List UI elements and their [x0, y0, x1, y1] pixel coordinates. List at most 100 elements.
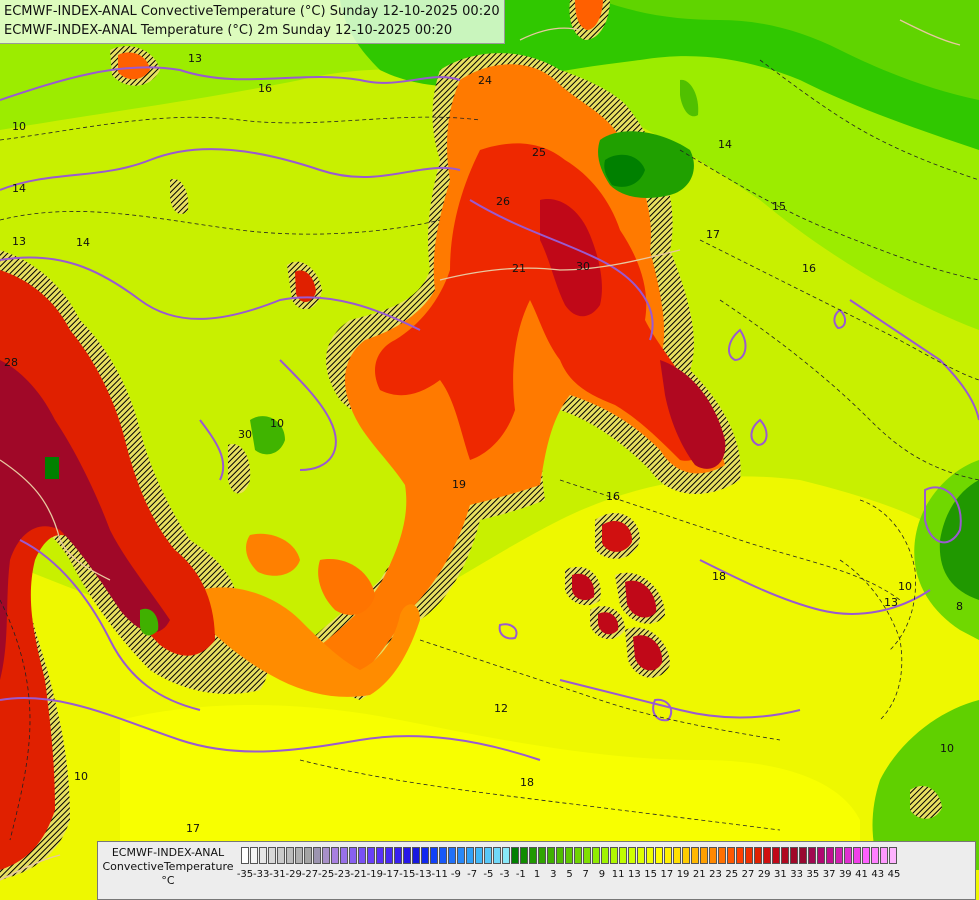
legend-swatch	[673, 847, 681, 864]
contour-label: 18	[712, 570, 726, 583]
legend-tick-label: 7	[582, 869, 589, 880]
legend-tick-label: 37	[822, 869, 836, 880]
legend-swatch	[817, 847, 825, 864]
legend-tick-label: 29	[757, 869, 771, 880]
legend-swatch	[799, 847, 807, 864]
legend-swatch	[745, 847, 753, 864]
legend-swatch	[412, 847, 420, 864]
legend-swatch	[502, 847, 510, 864]
legend-swatch	[457, 847, 465, 864]
legend-swatch	[889, 847, 897, 864]
contour-label: 15	[772, 200, 786, 213]
legend-variable: ConvectiveTemperature	[102, 860, 234, 873]
legend-swatch	[547, 847, 555, 864]
contour-label: 8	[956, 600, 963, 613]
contour-label: 10	[940, 742, 954, 755]
legend-tick-label: -11	[431, 869, 448, 880]
legend-swatch	[853, 847, 861, 864]
legend-swatch	[277, 847, 285, 864]
contour-label: 26	[496, 195, 510, 208]
legend-tick-label: 35	[806, 869, 820, 880]
legend-swatch	[511, 847, 519, 864]
legend-swatch	[448, 847, 456, 864]
contour-label: 14	[12, 182, 26, 195]
contour-label: 10	[898, 580, 912, 593]
legend-tick-label: 25	[725, 869, 739, 880]
legend-tick-label: -3	[499, 869, 510, 880]
contour-label: 30	[576, 260, 590, 273]
legend-swatch	[394, 847, 402, 864]
legend-source: ECMWF-INDEX-ANAL	[111, 846, 225, 859]
legend-swatch	[772, 847, 780, 864]
contour-label: 13	[884, 596, 898, 609]
legend-swatch	[475, 847, 483, 864]
legend-swatch	[763, 847, 771, 864]
legend-tick-label: -9	[450, 869, 461, 880]
legend-tick-label: 11	[611, 869, 625, 880]
contour-label: 16	[258, 82, 272, 95]
legend-swatch	[610, 847, 618, 864]
contour-label: 30	[238, 428, 252, 441]
legend-swatch	[736, 847, 744, 864]
legend-tick-label: 21	[692, 869, 706, 880]
contour-label: 14	[76, 236, 90, 249]
legend-swatch	[439, 847, 447, 864]
legend-swatch	[358, 847, 366, 864]
weather-map: 13 16 10 14 13 14 24 25 26 30 21 14 15 1…	[0, 0, 979, 900]
legend-swatch	[781, 847, 789, 864]
legend-swatch	[871, 847, 879, 864]
legend-tick-label: -27	[301, 869, 319, 880]
legend-tick-label: 1	[533, 869, 541, 880]
contour-label: 25	[532, 146, 546, 159]
legend-tick-label: 5	[566, 869, 573, 880]
legend-swatch	[574, 847, 582, 864]
legend-swatch	[322, 847, 330, 864]
legend-swatch	[565, 847, 573, 864]
legend-swatch	[340, 847, 348, 864]
contour-label: 16	[606, 490, 620, 503]
legend-swatch	[718, 847, 726, 864]
legend-swatch	[880, 847, 888, 864]
legend-tick-label: -21	[350, 869, 367, 880]
legend-swatch	[835, 847, 843, 864]
contour-label: 17	[186, 822, 200, 835]
legend-swatch	[628, 847, 636, 864]
legend-tick-label: -33	[253, 869, 270, 880]
color-legend: ECMWF-INDEX-ANAL ConvectiveTemperature °…	[97, 841, 976, 900]
legend-tick-label: 19	[676, 869, 690, 880]
contour-label: 10	[270, 417, 284, 430]
legend-swatch	[808, 847, 816, 864]
legend-tick-label: -5	[483, 869, 494, 880]
legend-tick-label: 15	[644, 869, 657, 880]
legend-label: ECMWF-INDEX-ANAL ConvectiveTemperature °…	[100, 846, 236, 888]
legend-swatch	[601, 847, 609, 864]
legend-tick-label: -17	[382, 869, 400, 880]
legend-tick-label: 31	[774, 869, 787, 880]
legend-swatch	[538, 847, 546, 864]
map-header: ECMWF-INDEX-ANAL ConvectiveTemperature (…	[0, 0, 505, 44]
contour-label: 10	[74, 770, 88, 783]
legend-swatch	[268, 847, 276, 864]
legend-swatch	[700, 847, 708, 864]
legend-swatch	[637, 847, 645, 864]
legend-tick-label: 39	[838, 869, 852, 880]
legend-swatch	[349, 847, 357, 864]
legend-swatch	[376, 847, 384, 864]
legend-swatch	[682, 847, 690, 864]
legend-unit: °C	[161, 874, 175, 887]
header-line-convective: ECMWF-INDEX-ANAL ConvectiveTemperature (…	[4, 4, 500, 19]
legend-swatch	[250, 847, 258, 864]
legend-tick-label: 13	[628, 869, 641, 880]
legend-swatch	[619, 847, 627, 864]
contour-label: 24	[478, 74, 492, 87]
legend-swatch	[403, 847, 411, 864]
contour-label: 18	[520, 776, 534, 789]
legend-swatch	[385, 847, 393, 864]
legend-tick-label: -19	[366, 869, 383, 880]
legend-swatch	[331, 847, 339, 864]
legend-swatch	[691, 847, 699, 864]
legend-tick-label: 9	[598, 869, 606, 880]
legend-tick-label: -15	[399, 869, 416, 880]
contour-label: 21	[512, 262, 526, 275]
legend-swatch	[844, 847, 852, 864]
